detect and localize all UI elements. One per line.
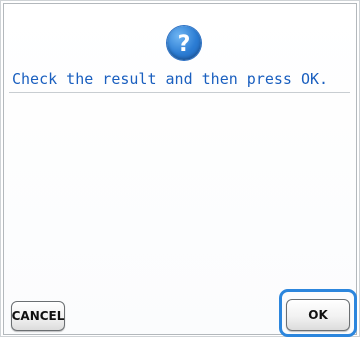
- message-divider: [9, 92, 350, 93]
- question-icon: ?: [167, 26, 201, 60]
- confirmation-dialog: ? Check the result and then press OK. CA…: [3, 3, 357, 337]
- cancel-button[interactable]: CANCEL: [11, 301, 65, 331]
- svg-text:?: ?: [178, 32, 191, 57]
- screen-frame: ? Check the result and then press OK. CA…: [0, 0, 360, 337]
- dialog-message: Check the result and then press OK.: [12, 70, 329, 88]
- ok-button[interactable]: OK: [286, 299, 350, 331]
